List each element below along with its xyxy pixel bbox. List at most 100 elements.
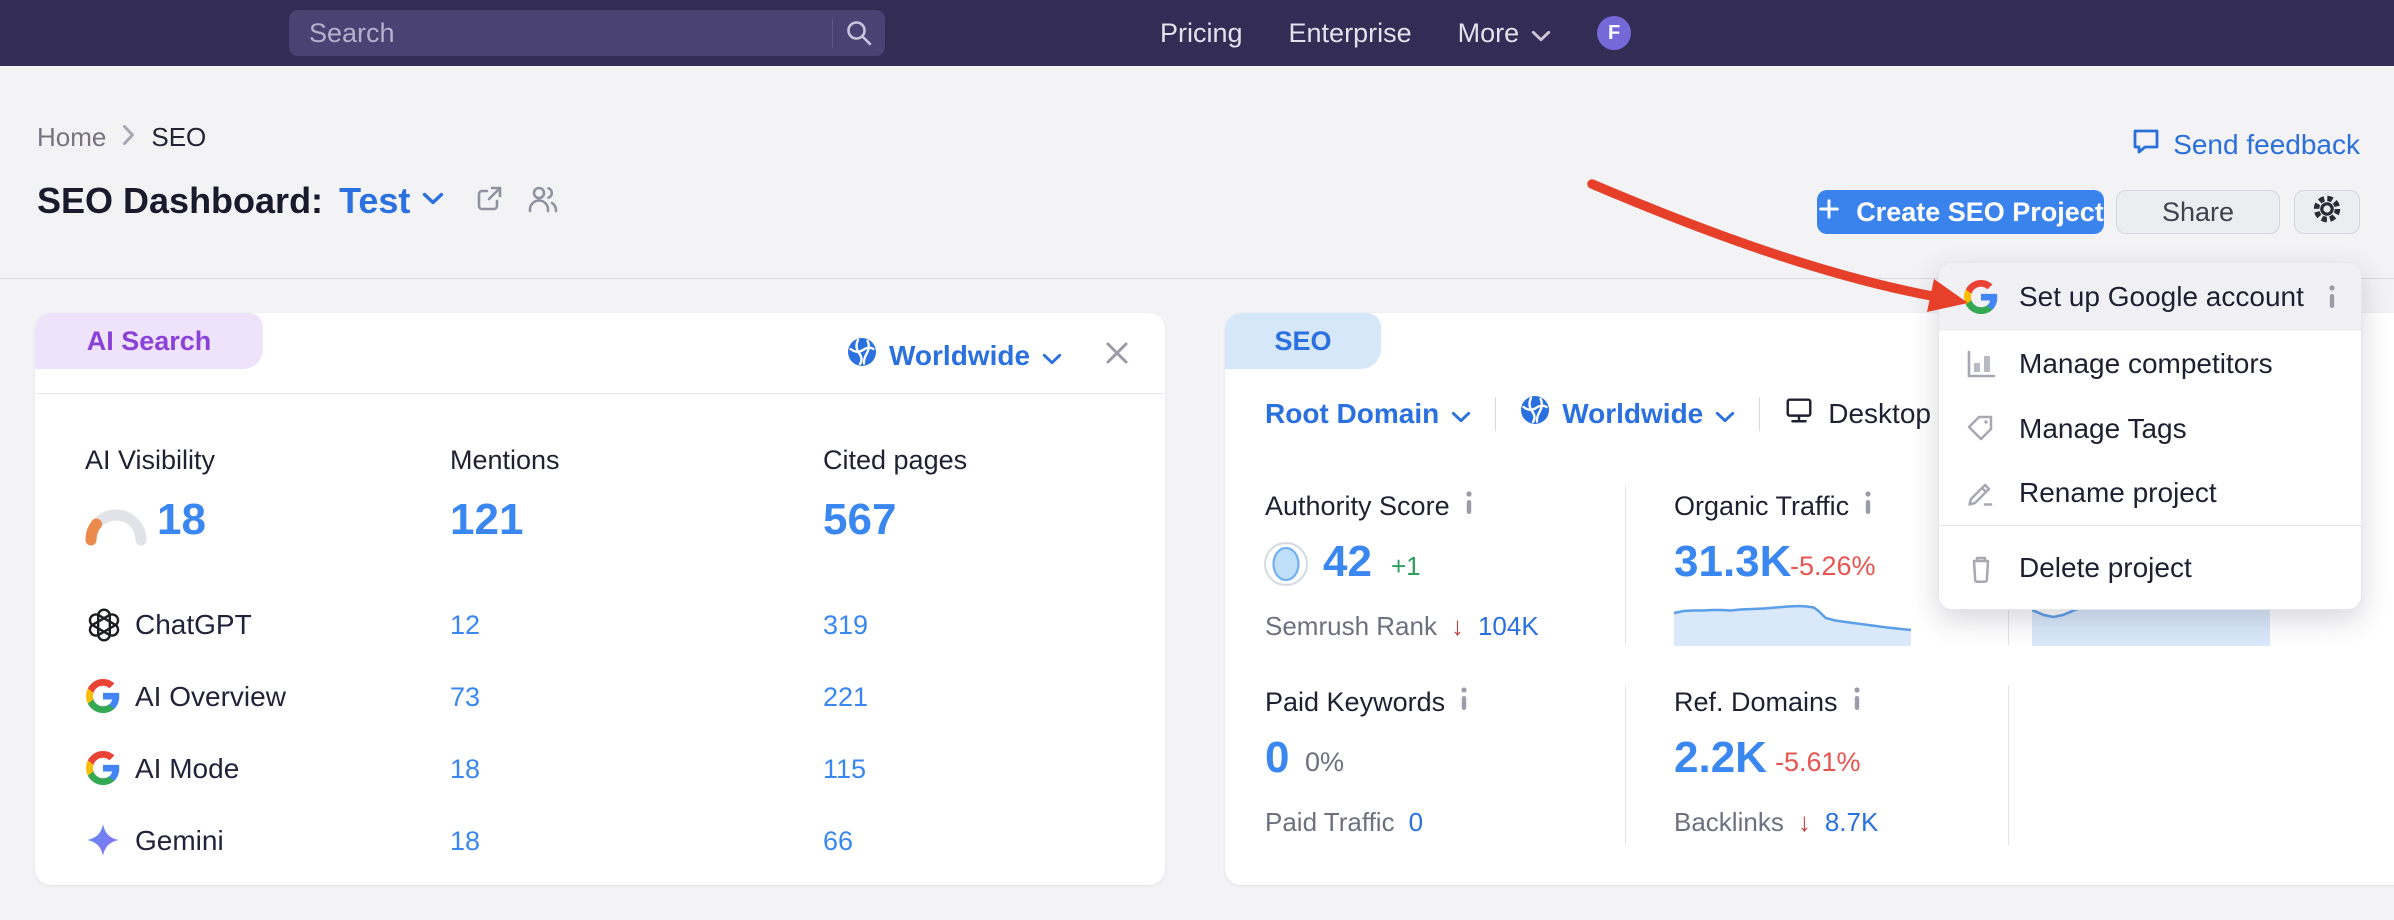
google-icon [86,751,120,790]
seo-region-picker[interactable]: Worldwide [1520,395,1735,432]
list-item: Gemini 18 66 [35,805,1165,877]
row-cited[interactable]: 66 [823,826,853,857]
card-head-border [35,393,1165,394]
row-name: ChatGPT [135,609,252,641]
project-settings-menu: Set up Google account Manage competitors… [1938,262,2362,610]
column-divider [2008,685,2009,845]
row-cited[interactable]: 221 [823,682,868,713]
menu-item-manage-tags[interactable]: Manage Tags [1939,396,2361,461]
row-mentions[interactable]: 73 [450,682,480,713]
nav-more[interactable]: More [1458,18,1552,49]
global-search[interactable] [289,10,885,56]
list-item: AI Mode 18 115 [35,733,1165,805]
organic-traffic-value[interactable]: 31.3K [1674,537,1791,587]
share-button[interactable]: Share [2116,190,2280,234]
row-mentions[interactable]: 18 [450,826,480,857]
ai-visibility-value[interactable]: 18 [157,495,206,545]
ai-region-picker[interactable]: Worldwide [847,337,1062,374]
authority-score-value[interactable]: 42 [1323,537,1372,587]
globe-icon [1520,395,1550,432]
chevron-right-icon [122,122,135,153]
cited-pages-value[interactable]: 567 [823,495,896,545]
info-icon[interactable] [1464,491,1474,522]
mentions-value[interactable]: 121 [450,495,523,545]
arrow-down-icon: ↓ [1451,611,1464,642]
title-row: SEO Dashboard: Test [37,180,560,222]
scope-picker[interactable]: Root Domain [1265,398,1471,430]
authority-score-delta: +1 [1391,551,1421,582]
feedback-bubble-icon [2131,126,2161,163]
project-name[interactable]: Test [339,180,410,222]
filter-divider [1759,397,1760,431]
list-item: AI Overview 73 221 [35,661,1165,733]
menu-item-delete-project[interactable]: Delete project [1939,526,2361,609]
row-cited[interactable]: 115 [823,754,866,785]
breadcrumb-seo: SEO [151,122,206,153]
gear-icon [2310,192,2344,233]
globe-icon [847,337,877,374]
paid-traffic-value[interactable]: 0 [1409,807,1423,838]
info-icon[interactable] [1852,687,1862,718]
arrow-down-icon: ↓ [1798,807,1811,838]
chevron-down-icon [422,192,444,210]
ai-search-tab[interactable]: AI Search [35,313,263,369]
users-icon[interactable] [526,183,560,220]
row-cited[interactable]: 319 [823,610,868,641]
cited-pages-label: Cited pages [823,445,967,476]
menu-item-manage-competitors[interactable]: Manage competitors [1939,331,2361,396]
backlinks-value[interactable]: 8.7K [1825,807,1879,838]
chevron-down-icon [1042,340,1062,372]
chevron-down-icon [1531,18,1551,49]
seo-filters: Root Domain Worldwide Desktop [1265,395,1956,432]
trash-icon [1963,552,1999,584]
backlinks-row: Backlinks ↓ 8.7K [1674,807,1878,838]
nav-links: Pricing Enterprise More F [1160,0,1631,66]
info-icon[interactable] [1459,687,1469,718]
list-item: ChatGPT 12 319 [35,589,1165,661]
project-picker[interactable]: Test [339,180,444,222]
google-logo-icon [1963,280,1999,314]
ref-domains-label: Ref. Domains [1674,687,1862,718]
organic-traffic-sparkline [1674,596,1911,646]
send-feedback-link[interactable]: Send feedback [2131,126,2360,163]
ai-visibility-gauge [83,501,149,552]
paid-keywords-value[interactable]: 0 [1265,733,1289,783]
openai-icon [85,606,123,649]
row-name: AI Mode [135,753,239,785]
info-icon[interactable] [2327,285,2337,309]
google-icon [86,679,120,718]
column-divider [1625,685,1626,845]
row-mentions[interactable]: 12 [450,610,480,641]
menu-item-rename-project[interactable]: Rename project [1939,461,2361,525]
nav-enterprise[interactable]: Enterprise [1289,18,1412,49]
menu-item-setup-google-account[interactable]: Set up Google account [1939,263,2361,331]
ref-domains-value[interactable]: 2.2K [1674,733,1767,783]
plus-icon [1817,197,1841,228]
user-avatar[interactable]: F [1597,16,1631,50]
search-input[interactable] [289,18,832,49]
nav-pricing[interactable]: Pricing [1160,18,1243,49]
filter-divider [1495,397,1496,431]
row-mentions[interactable]: 18 [450,754,480,785]
authority-score-badge [1263,541,1309,592]
close-icon[interactable] [1103,339,1131,372]
page-title: SEO Dashboard: [37,180,323,222]
row-name: Gemini [135,825,224,857]
seo-tab[interactable]: SEO [1225,313,1381,369]
desktop-icon [1784,395,1814,432]
ai-platform-list: ChatGPT 12 319 AI Overview 73 221 AI Mod… [35,589,1165,877]
seo-dashboard-screen: Pricing Enterprise More F Home SEO Send … [0,0,2394,920]
search-icon[interactable] [833,19,885,47]
info-icon[interactable] [1863,491,1873,522]
settings-gear-button[interactable] [2294,190,2360,234]
semrush-rank-row: Semrush Rank ↓ 104K [1265,611,1539,642]
semrush-rank-value[interactable]: 104K [1478,611,1539,642]
create-seo-project-button[interactable]: Create SEO Project [1817,190,2104,234]
device-selector[interactable]: Desktop [1784,395,1931,432]
bar-chart-icon [1963,348,1999,380]
ai-search-card: AI Search Worldwide AI Visibility Mentio… [35,313,1165,885]
row-name: AI Overview [135,681,286,713]
external-link-icon[interactable] [474,184,504,219]
breadcrumb-home[interactable]: Home [37,122,106,153]
top-nav: Pricing Enterprise More F [0,0,2394,66]
